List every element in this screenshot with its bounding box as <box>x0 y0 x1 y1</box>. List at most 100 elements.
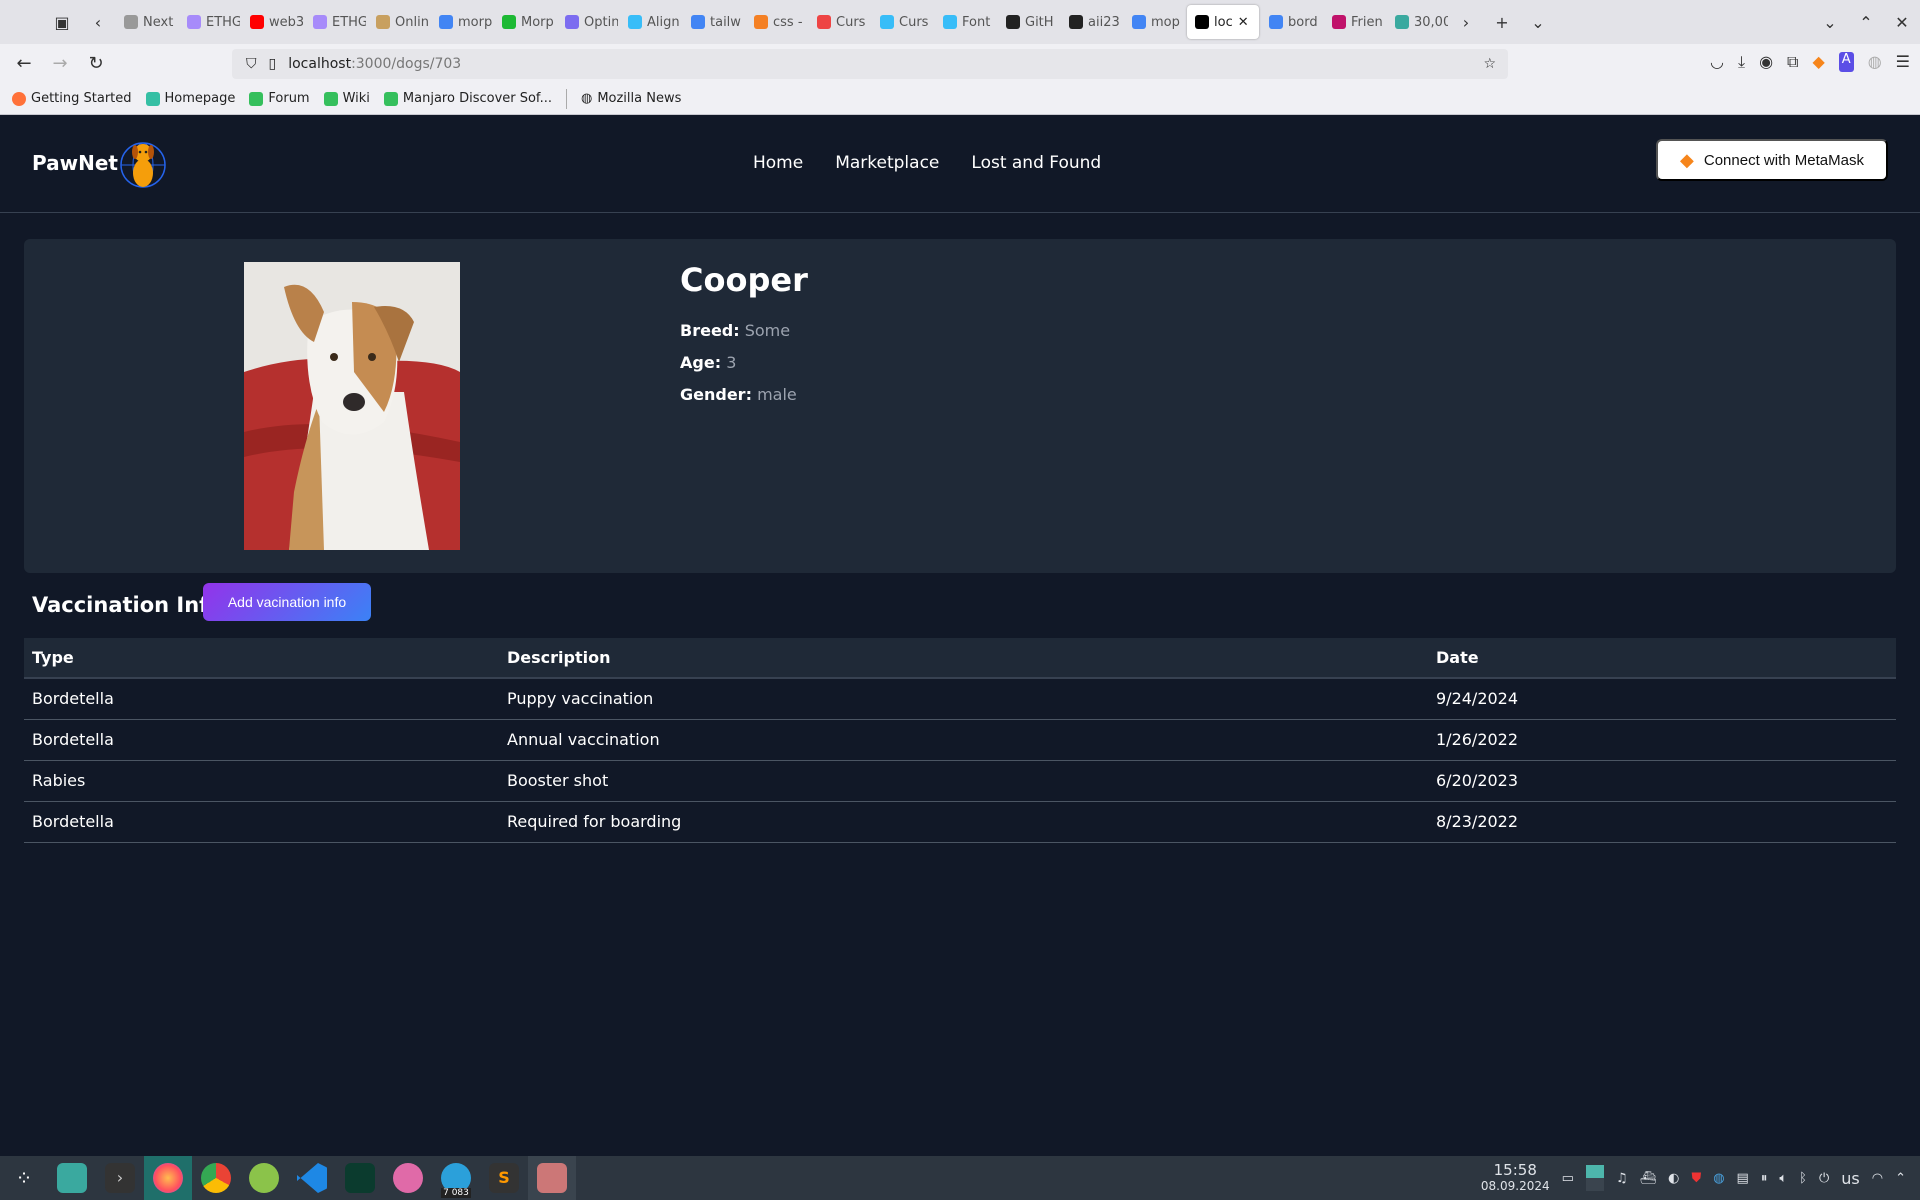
browser-tab[interactable]: Curs <box>872 5 933 39</box>
table-row: Bordetella Puppy vaccination 9/24/2024 <box>24 678 1896 720</box>
bookmark-item[interactable]: Wiki <box>323 91 370 106</box>
show-desktop-icon[interactable]: ▭ <box>1562 1171 1574 1186</box>
terminal-icon[interactable]: › <box>96 1156 144 1200</box>
downloads-icon[interactable]: ⤓ <box>1738 52 1745 72</box>
browser-tab[interactable]: loc ✕ <box>1187 5 1259 39</box>
site-logo-text[interactable]: PawNet <box>32 151 118 175</box>
add-vaccination-button[interactable]: Add vacination info <box>203 583 371 621</box>
browser-tab[interactable]: Onlin <box>368 5 429 39</box>
bluetooth-icon[interactable]: ᛒ <box>1799 1171 1807 1186</box>
tab-label: css - <box>773 14 803 30</box>
scroll-tabs-right-icon[interactable]: › <box>1448 13 1484 32</box>
browser-tab[interactable]: mop <box>1124 5 1185 39</box>
scroll-tabs-left-icon[interactable]: ‹ <box>80 13 116 32</box>
browser-tab[interactable]: ETHG <box>179 5 240 39</box>
extensions-icon[interactable]: ⧉ <box>1787 52 1798 72</box>
url-bar[interactable]: ⛉ ▯ localhost:3000/dogs/703 ☆ <box>232 49 1508 79</box>
forward-icon[interactable]: → <box>42 53 78 74</box>
back-icon[interactable]: ← <box>6 53 42 74</box>
browser-tab[interactable]: Next <box>116 5 177 39</box>
browser-tab[interactable]: Optin <box>557 5 618 39</box>
nav-link-lost-and-found[interactable]: Lost and Found <box>971 153 1101 173</box>
tab-overview-icon[interactable]: ▣ <box>44 13 80 32</box>
network-app-icon[interactable]: ◍ <box>1713 1171 1724 1186</box>
globe-extension-icon[interactable]: ◍ <box>1868 52 1882 72</box>
screenshot-app-icon[interactable] <box>528 1156 576 1200</box>
menu-icon[interactable]: ☰ <box>1896 52 1910 72</box>
reload-icon[interactable]: ↻ <box>78 53 114 74</box>
tray-expand-icon[interactable]: ⌃ <box>1895 1171 1906 1186</box>
account-icon[interactable]: ◉ <box>1759 52 1773 72</box>
bookmark-star-icon[interactable]: ☆ <box>1483 56 1496 72</box>
browser-tab[interactable]: Frien <box>1324 5 1385 39</box>
browser-tab[interactable]: Curs <box>809 5 870 39</box>
maximize-icon[interactable]: ⌃ <box>1848 13 1884 32</box>
vscode-icon[interactable] <box>288 1156 336 1200</box>
connect-metamask-button[interactable]: ◆ Connect with MetaMask <box>1656 139 1888 181</box>
chrome-icon[interactable] <box>192 1156 240 1200</box>
bookmark-item[interactable]: Getting Started <box>12 91 132 106</box>
connect-metamask-label: Connect with MetaMask <box>1703 151 1864 169</box>
browser-tab[interactable]: Align <box>620 5 681 39</box>
bookmark-item[interactable]: ◍ Mozilla News <box>581 91 681 106</box>
media-pause-icon[interactable]: ⏸ <box>1761 1171 1768 1186</box>
new-tab-icon[interactable]: + <box>1484 13 1520 32</box>
notifications-icon[interactable]: ♫ <box>1616 1171 1628 1186</box>
nav-link-home[interactable]: Home <box>753 153 803 173</box>
browser-tab[interactable]: css - <box>746 5 807 39</box>
minimize-icon[interactable]: ⌄ <box>1812 13 1848 32</box>
file-manager-icon[interactable] <box>48 1156 96 1200</box>
volume-icon[interactable]: 🔈︎ <box>1779 1171 1787 1186</box>
browser-tab[interactable]: ETHG <box>305 5 366 39</box>
clipboard-icon[interactable]: ▤ <box>1737 1171 1749 1186</box>
clock[interactable]: 15:58 08.09.2024 <box>1481 1162 1550 1194</box>
night-light-icon[interactable]: ◐ <box>1668 1171 1679 1186</box>
browser-tab[interactable]: GitH <box>998 5 1059 39</box>
browser-tab[interactable]: Morp <box>494 5 555 39</box>
close-window-icon[interactable]: ✕ <box>1884 13 1920 32</box>
wifi-icon[interactable]: ◠ <box>1872 1171 1883 1186</box>
close-tab-icon[interactable]: ✕ <box>1238 15 1249 30</box>
power-icon[interactable]: ⏻ <box>1819 1171 1829 1186</box>
keyboard-layout[interactable]: us <box>1841 1169 1859 1188</box>
extension-a-icon[interactable]: A <box>1838 52 1854 72</box>
browser-tab[interactable]: Font <box>935 5 996 39</box>
browser-tab[interactable]: morp <box>431 5 492 39</box>
app-launcher-icon[interactable]: ⁘ <box>0 1156 48 1200</box>
telegram-icon[interactable]: 7 083 <box>432 1156 480 1200</box>
browser-tab[interactable]: web3 <box>242 5 303 39</box>
tab-list-icon[interactable]: ⌄ <box>1520 13 1556 32</box>
download-manager-icon[interactable] <box>240 1156 288 1200</box>
tab-label: bord <box>1288 14 1318 30</box>
dark-app-icon[interactable] <box>336 1156 384 1200</box>
cell-date: 1/26/2022 <box>1428 719 1896 761</box>
bookmark-item[interactable]: Forum <box>249 91 310 106</box>
browser-tab[interactable]: 30,00 <box>1387 5 1448 39</box>
firefox-icon[interactable] <box>144 1156 192 1200</box>
sublime-text-icon[interactable]: S <box>480 1156 528 1200</box>
dog-profile-card: Cooper Breed: Some Age: 3 Gender: male <box>24 239 1896 573</box>
dog-age: Age: 3 <box>680 347 808 379</box>
docker-icon[interactable]: ⛴ <box>1640 1171 1657 1186</box>
tab-bar: ▣ ‹ Next ETHG web3 ETHG Onlin morp Morp Optin Al… <box>0 0 1920 44</box>
workspace-icon[interactable] <box>1585 1165 1604 1191</box>
browser-tab[interactable]: aii23 <box>1061 5 1122 39</box>
vpn-shield-icon[interactable]: ⛊ <box>1691 1171 1701 1186</box>
pocket-icon[interactable]: ◡ <box>1710 52 1724 72</box>
bookmark-item[interactable]: Manjaro Discover Sof... <box>383 91 552 106</box>
nav-link-marketplace[interactable]: Marketplace <box>835 153 939 173</box>
tab-label: Onlin <box>395 14 429 30</box>
bookmark-item[interactable]: Homepage <box>145 91 235 106</box>
table-row: Rabies Booster shot 6/20/2023 <box>24 760 1896 802</box>
tab-favicon-icon <box>1269 15 1283 29</box>
metamask-extension-icon[interactable]: ◆ <box>1812 52 1824 72</box>
metamask-fox-icon: ◆ <box>1680 149 1694 170</box>
cell-description: Required for boarding <box>499 801 1428 843</box>
browser-tab[interactable]: bord <box>1261 5 1322 39</box>
breed-label: Breed: <box>680 321 740 340</box>
shield-icon[interactable]: ⛉ <box>246 56 257 72</box>
tab-label: morp <box>458 14 492 30</box>
tab-favicon-icon <box>502 15 516 29</box>
browser-tab[interactable]: tailw <box>683 5 744 39</box>
pink-app-icon[interactable] <box>384 1156 432 1200</box>
